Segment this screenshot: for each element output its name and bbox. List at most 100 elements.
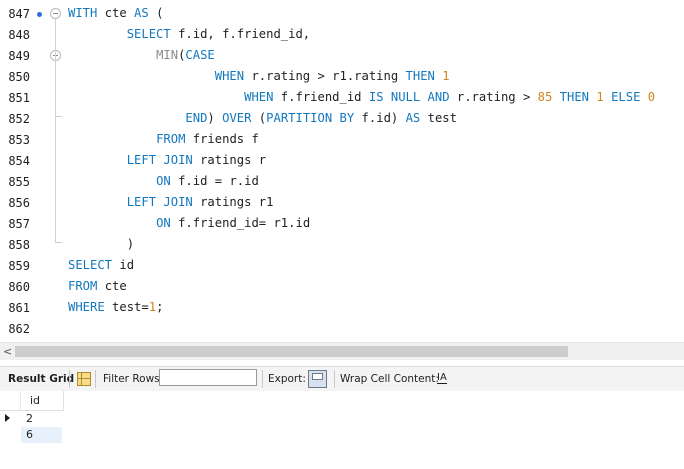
- code-line[interactable]: 859 SELECT id: [0, 255, 684, 276]
- row-selector-header[interactable]: [0, 391, 21, 410]
- code-token: WHERE: [68, 300, 105, 314]
- fold-toggle-icon[interactable]: [50, 8, 61, 19]
- code-token: IS NULL AND: [368, 90, 450, 104]
- code-text[interactable]: WHEN f.friend_id IS NULL AND r.rating > …: [68, 90, 655, 104]
- code-token: id: [112, 258, 135, 272]
- code-line[interactable]: 850 WHEN r.rating > r1.rating THEN 1: [0, 66, 684, 87]
- fold-end-icon: [55, 234, 62, 243]
- code-token: LEFT JOIN: [126, 195, 193, 209]
- scrollbar-thumb[interactable]: [15, 346, 568, 357]
- grid-view-icon[interactable]: [77, 372, 91, 386]
- code-token: ratings r: [192, 153, 267, 167]
- code-text[interactable]: END) OVER (PARTITION BY f.id) AS test: [68, 111, 457, 125]
- code-text[interactable]: ON f.id = r.id: [68, 174, 259, 188]
- code-line[interactable]: 857 ON f.friend_id= r1.id: [0, 213, 684, 234]
- code-text[interactable]: FROM friends f: [68, 132, 259, 146]
- toolbar-separator: [69, 370, 70, 388]
- code-token: MIN: [156, 48, 179, 62]
- column-header-id[interactable]: id: [30, 394, 40, 407]
- code-text[interactable]: WHEN r.rating > r1.rating THEN 1: [68, 69, 450, 83]
- code-line[interactable]: 851 WHEN f.friend_id IS NULL AND r.ratin…: [0, 87, 684, 108]
- cell-id[interactable]: 2: [21, 411, 62, 427]
- table-row[interactable]: 2: [0, 411, 63, 427]
- code-text[interactable]: FROM cte: [68, 279, 127, 293]
- code-text[interactable]: ON f.friend_id= r1.id: [68, 216, 310, 230]
- code-line[interactable]: 855 ON f.id = r.id: [0, 171, 684, 192]
- table-row[interactable]: 6: [0, 427, 63, 443]
- code-token: WHEN: [214, 69, 245, 83]
- filter-rows-label: Filter Rows:: [103, 373, 164, 385]
- code-token: 1: [596, 90, 604, 104]
- filter-rows-input[interactable]: [159, 369, 257, 386]
- code-token: ): [207, 111, 223, 125]
- code-line[interactable]: 847 WITH cte AS (: [0, 3, 684, 24]
- scroll-left-arrow[interactable]: <: [3, 345, 12, 358]
- code-line[interactable]: 862: [0, 318, 684, 339]
- code-text[interactable]: MIN(CASE: [68, 48, 215, 62]
- code-token: f.friend_id: [273, 90, 369, 104]
- code-token: test=: [104, 300, 149, 314]
- code-text[interactable]: LEFT JOIN ratings r: [68, 153, 266, 167]
- code-line[interactable]: 860 FROM cte: [0, 276, 684, 297]
- code-line[interactable]: 856 LEFT JOIN ratings r1: [0, 192, 684, 213]
- wrap-cell-icon[interactable]: IA: [437, 372, 447, 384]
- code-text[interactable]: ): [68, 237, 134, 251]
- code-token: f.id): [354, 111, 406, 125]
- code-token: ON: [156, 174, 171, 188]
- sql-editor[interactable]: 847 WITH cte AS ( 848 SELECT f.id, f.frien…: [0, 0, 684, 340]
- result-grid-tab[interactable]: Result Grid: [8, 373, 74, 385]
- line-number: 850: [8, 70, 30, 84]
- line-number: 851: [8, 91, 30, 105]
- code-token: r.rating > r1.rating: [244, 69, 406, 83]
- fold-end-icon: [55, 108, 62, 117]
- horizontal-scrollbar[interactable]: <: [0, 342, 684, 360]
- line-number: 852: [8, 112, 30, 126]
- line-number: 861: [8, 301, 30, 315]
- code-token: FROM: [156, 132, 186, 146]
- result-toolbar: Result Grid Filter Rows: Export: Wrap Ce…: [0, 366, 684, 392]
- line-number: 857: [8, 217, 30, 231]
- fold-guide: [55, 61, 56, 116]
- code-line[interactable]: 858 ): [0, 234, 684, 255]
- toolbar-separator: [95, 370, 96, 388]
- code-token: cte: [97, 6, 135, 20]
- code-line[interactable]: 848 SELECT f.id, f.friend_id,: [0, 24, 684, 45]
- code-line[interactable]: 861 WHERE test=1;: [0, 297, 684, 318]
- fold-guide: [55, 19, 56, 242]
- code-text[interactable]: SELECT id: [68, 258, 134, 272]
- export-icon[interactable]: [308, 370, 327, 388]
- code-line[interactable]: 853 FROM friends f: [0, 129, 684, 150]
- code-token: SELECT: [126, 27, 171, 41]
- code-line[interactable]: 849 MIN(CASE: [0, 45, 684, 66]
- wrap-cell-label: Wrap Cell Content:: [340, 373, 439, 385]
- code-token: AS: [134, 6, 149, 20]
- line-number: 847: [8, 7, 30, 21]
- line-number: 858: [8, 238, 30, 252]
- code-token: PARTITION BY: [266, 111, 355, 125]
- code-line[interactable]: 854 LEFT JOIN ratings r: [0, 150, 684, 171]
- line-number: 862: [8, 322, 30, 336]
- line-number: 859: [8, 259, 30, 273]
- code-text[interactable]: LEFT JOIN ratings r1: [68, 195, 274, 209]
- code-token: f.friend_id= r1.id: [170, 216, 311, 230]
- code-line[interactable]: 852 END) OVER (PARTITION BY f.id) AS tes…: [0, 108, 684, 129]
- code-token: 1: [148, 300, 157, 314]
- code-text[interactable]: WHERE test=1;: [68, 300, 163, 314]
- code-text[interactable]: SELECT f.id, f.friend_id,: [68, 27, 310, 41]
- export-label: Export:: [268, 373, 306, 385]
- code-token: 1: [442, 69, 450, 83]
- code-text[interactable]: WITH cte AS (: [68, 6, 163, 20]
- code-token: ;: [156, 300, 164, 314]
- line-number: 853: [8, 133, 30, 147]
- code-token: test: [420, 111, 457, 125]
- cell-id[interactable]: 6: [21, 427, 62, 443]
